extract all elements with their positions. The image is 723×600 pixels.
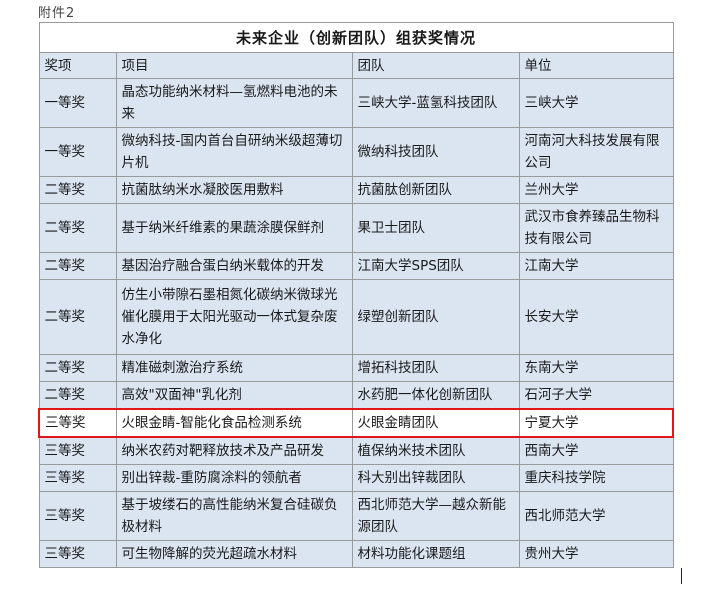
table-row: 二等奖 抗菌肽纳米水凝胶医用敷料 抗菌肽创新团队 兰州大学: [38, 176, 674, 204]
table-row: 二等奖 高效"双面神"乳化剂 水药肥一体化创新团队 石河子大学: [38, 381, 674, 410]
cell-unit: 东南大学: [518, 354, 674, 382]
awards-table: 未来企业（创新团队）组获奖情况 奖项 项目 团队 单位 一等奖 晶态功能纳米材料…: [38, 22, 675, 568]
cell-project: 可生物降解的荧光超疏水材料: [115, 540, 353, 568]
cell-team: 江南大学SPS团队: [351, 252, 520, 280]
cell-project: 仿生小带隙石墨相氮化碳纳米微球光催化膜用于太阳光驱动一体式复杂废水净化: [115, 279, 353, 355]
cell-award: 二等奖: [38, 279, 117, 355]
header-project: 项目: [115, 52, 353, 79]
highlighted-table-row: 三等奖 火眼金睛-智能化食品检测系统 火眼金睛团队 宁夏大学: [38, 408, 675, 438]
cell-project: 高效"双面神"乳化剂: [115, 381, 353, 410]
awards-table-container: 未来企业（创新团队）组获奖情况 奖项 项目 团队 单位 一等奖 晶态功能纳米材料…: [38, 22, 675, 568]
table-row: 三等奖 别出锌裁-重防腐涂料的领航者 科大别出锌裁团队 重庆科技学院: [38, 464, 674, 492]
table-row: 二等奖 精准磁刺激治疗系统 增拓科技团队 东南大学: [38, 354, 674, 382]
cell-project: 微纳科技-国内首台自研纳米级超薄切片机: [115, 127, 353, 177]
cell-team: 三峡大学-蓝氢科技团队: [351, 78, 520, 128]
cell-team: 火眼金睛团队: [351, 408, 520, 438]
cell-team: 植保纳米技术团队: [351, 436, 520, 465]
table-header-row: 奖项 项目 团队 单位: [38, 52, 674, 79]
cell-project: 抗菌肽纳米水凝胶医用敷料: [115, 176, 353, 204]
cell-unit: 河南河大科技发展有限公司: [518, 127, 674, 177]
cell-team: 微纳科技团队: [351, 127, 520, 177]
cell-unit: 宁夏大学: [518, 408, 675, 438]
cell-project: 纳米农药对靶释放技术及产品研发: [115, 436, 353, 465]
cell-unit: 重庆科技学院: [518, 464, 674, 492]
cell-award: 二等奖: [38, 381, 117, 410]
cell-award: 二等奖: [38, 203, 117, 253]
table-row: 一等奖 微纳科技-国内首台自研纳米级超薄切片机 微纳科技团队 河南河大科技发展有…: [38, 127, 674, 177]
cell-unit: 武汉市食养臻品生物科技有限公司: [518, 203, 674, 253]
cell-award: 三等奖: [38, 540, 117, 568]
cell-project: 基于纳米纤维素的果蔬涂膜保鲜剂: [115, 203, 353, 253]
table-row: 一等奖 晶态功能纳米材料—氢燃料电池的未来 三峡大学-蓝氢科技团队 三峡大学: [38, 78, 674, 128]
cell-team: 增拓科技团队: [351, 354, 520, 382]
cell-award: 一等奖: [38, 127, 117, 177]
cell-team: 科大别出锌裁团队: [351, 464, 520, 492]
cell-unit: 江南大学: [518, 252, 674, 280]
text-cursor: [681, 568, 682, 584]
cell-project: 火眼金睛-智能化食品检测系统: [115, 408, 353, 438]
cell-project: 别出锌裁-重防腐涂料的领航者: [115, 464, 353, 492]
cell-unit: 西南大学: [518, 436, 674, 465]
cell-unit: 长安大学: [518, 279, 674, 355]
cell-unit: 贵州大学: [518, 540, 674, 568]
cell-award: 二等奖: [38, 176, 117, 204]
attachment-label: 附件2: [38, 6, 76, 21]
header-team: 团队: [351, 52, 520, 79]
cell-team: 绿塑创新团队: [351, 279, 520, 355]
cell-unit: 三峡大学: [518, 78, 674, 128]
cell-unit: 西北师范大学: [518, 491, 674, 541]
cell-award: 一等奖: [38, 78, 117, 128]
header-award: 奖项: [38, 52, 117, 79]
cell-award: 二等奖: [38, 252, 117, 280]
table-row: 三等奖 纳米农药对靶释放技术及产品研发 植保纳米技术团队 西南大学: [38, 436, 674, 465]
cell-team: 材料功能化课题组: [351, 540, 520, 568]
table-title-row: 未来企业（创新团队）组获奖情况: [38, 22, 674, 53]
cell-project: 晶态功能纳米材料—氢燃料电池的未来: [115, 78, 353, 128]
cell-team: 水药肥一体化创新团队: [351, 381, 520, 410]
cell-award: 二等奖: [38, 354, 117, 382]
cell-team: 果卫士团队: [351, 203, 520, 253]
table-row: 二等奖 基于纳米纤维素的果蔬涂膜保鲜剂 果卫士团队 武汉市食养臻品生物科技有限公…: [38, 203, 674, 253]
cell-project: 基于坡缕石的高性能纳米复合硅碳负极材料: [115, 491, 353, 541]
cell-award: 三等奖: [38, 464, 117, 492]
cell-award: 三等奖: [38, 408, 117, 438]
cell-award: 三等奖: [38, 491, 117, 541]
table-title: 未来企业（创新团队）组获奖情况: [38, 22, 674, 53]
cell-unit: 石河子大学: [518, 381, 674, 410]
cell-team: 抗菌肽创新团队: [351, 176, 520, 204]
table-row: 二等奖 仿生小带隙石墨相氮化碳纳米微球光催化膜用于太阳光驱动一体式复杂废水净化 …: [38, 279, 674, 355]
cell-project: 基因治疗融合蛋白纳米载体的开发: [115, 252, 353, 280]
cell-project: 精准磁刺激治疗系统: [115, 354, 353, 382]
table-row: 三等奖 基于坡缕石的高性能纳米复合硅碳负极材料 西北师范大学—越众新能源团队 西…: [38, 491, 674, 541]
table-row: 二等奖 基因治疗融合蛋白纳米载体的开发 江南大学SPS团队 江南大学: [38, 252, 674, 280]
cell-award: 三等奖: [38, 436, 117, 465]
header-unit: 单位: [518, 52, 674, 79]
cell-unit: 兰州大学: [518, 176, 674, 204]
table-row: 三等奖 可生物降解的荧光超疏水材料 材料功能化课题组 贵州大学: [38, 540, 674, 568]
cell-team: 西北师范大学—越众新能源团队: [351, 491, 520, 541]
